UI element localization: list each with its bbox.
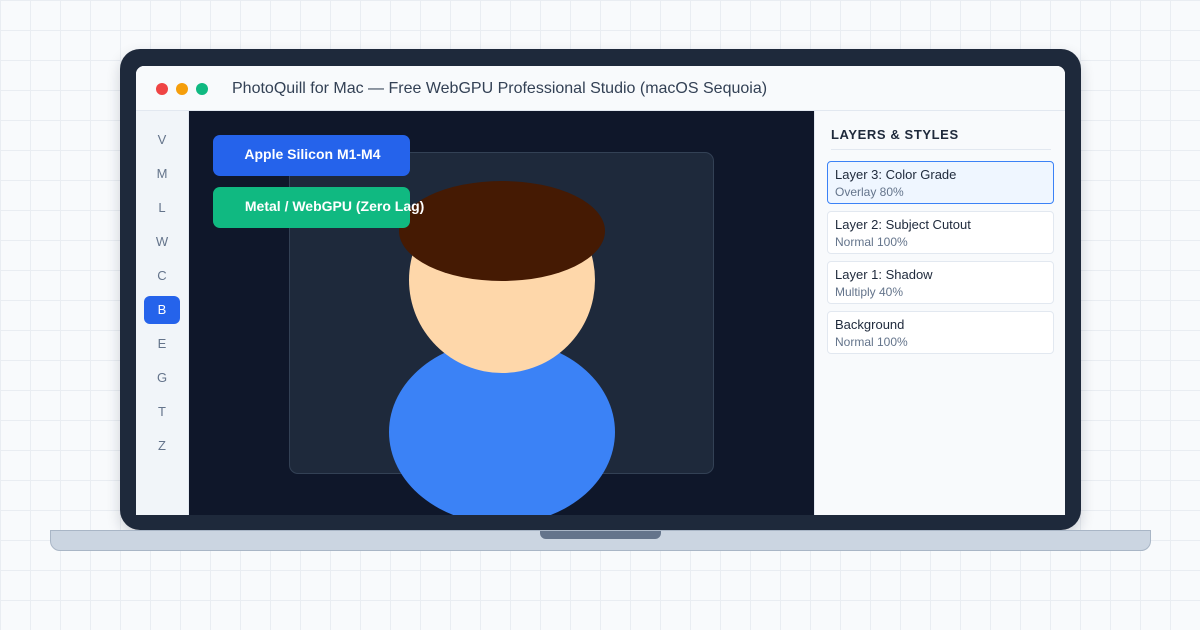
tool-zoom-button[interactable]: Z bbox=[144, 432, 180, 460]
apple-silicon-badge: Apple Silicon M1-M4 bbox=[213, 135, 410, 176]
laptop-hinge-notch bbox=[540, 531, 661, 539]
layer-item-background[interactable]: Background Normal 100% bbox=[827, 311, 1054, 354]
tool-eraser-button[interactable]: E bbox=[144, 330, 180, 358]
metal-webgpu-badge-label: Metal / WebGPU (Zero Lag) bbox=[244, 198, 425, 214]
tool-text-button[interactable]: T bbox=[144, 398, 180, 426]
tool-marquee-button[interactable]: M bbox=[144, 160, 180, 188]
layers-panel-title: LAYERS & STYLES bbox=[831, 127, 959, 142]
window-title: PhotoQuill for Mac — Free WebGPU Profess… bbox=[232, 80, 768, 97]
layer-blend-mode: Normal 100% bbox=[835, 335, 908, 349]
layer-blend-mode: Multiply 40% bbox=[835, 285, 904, 299]
zoom-window-button[interactable] bbox=[196, 83, 208, 95]
layer-item-color-grade[interactable]: Layer 3: Color Grade Overlay 80% bbox=[827, 161, 1054, 204]
layer-name: Background bbox=[835, 317, 905, 332]
layer-name: Layer 2: Subject Cutout bbox=[835, 217, 971, 232]
panel-divider bbox=[831, 149, 1051, 150]
portrait-hair bbox=[399, 181, 605, 281]
metal-webgpu-badge: Metal / WebGPU (Zero Lag) bbox=[213, 187, 424, 228]
tool-move-button[interactable]: V bbox=[144, 126, 180, 154]
minimize-window-button[interactable] bbox=[176, 83, 188, 95]
layer-blend-mode: Overlay 80% bbox=[835, 185, 904, 199]
app-window: PhotoQuill for Mac — Free WebGPU Profess… bbox=[136, 66, 1065, 515]
layer-name: Layer 1: Shadow bbox=[835, 267, 933, 282]
image-canvas[interactable]: Apple Silicon M1-M4 Metal / WebGPU (Zero… bbox=[189, 111, 814, 515]
tool-lasso-button[interactable]: L bbox=[144, 194, 180, 222]
layer-item-shadow[interactable]: Layer 1: Shadow Multiply 40% bbox=[827, 261, 1054, 304]
apple-silicon-badge-label: Apple Silicon M1-M4 bbox=[244, 146, 381, 162]
tool-gradient-button[interactable]: G bbox=[144, 364, 180, 392]
layers-panel: LAYERS & STYLES Layer 3: Color Grade Ove… bbox=[814, 111, 1065, 515]
title-bar: PhotoQuill for Mac — Free WebGPU Profess… bbox=[136, 66, 1065, 111]
tool-magic-wand-button[interactable]: W bbox=[144, 228, 180, 256]
tool-rail: V M L W C B E G T Z bbox=[136, 111, 189, 515]
layer-blend-mode: Normal 100% bbox=[835, 235, 908, 249]
tool-brush-button[interactable]: B bbox=[144, 296, 180, 324]
layer-name: Layer 3: Color Grade bbox=[835, 167, 957, 182]
layer-item-subject-cutout[interactable]: Layer 2: Subject Cutout Normal 100% bbox=[827, 211, 1054, 254]
tool-crop-button[interactable]: C bbox=[144, 262, 180, 290]
close-window-button[interactable] bbox=[156, 83, 168, 95]
